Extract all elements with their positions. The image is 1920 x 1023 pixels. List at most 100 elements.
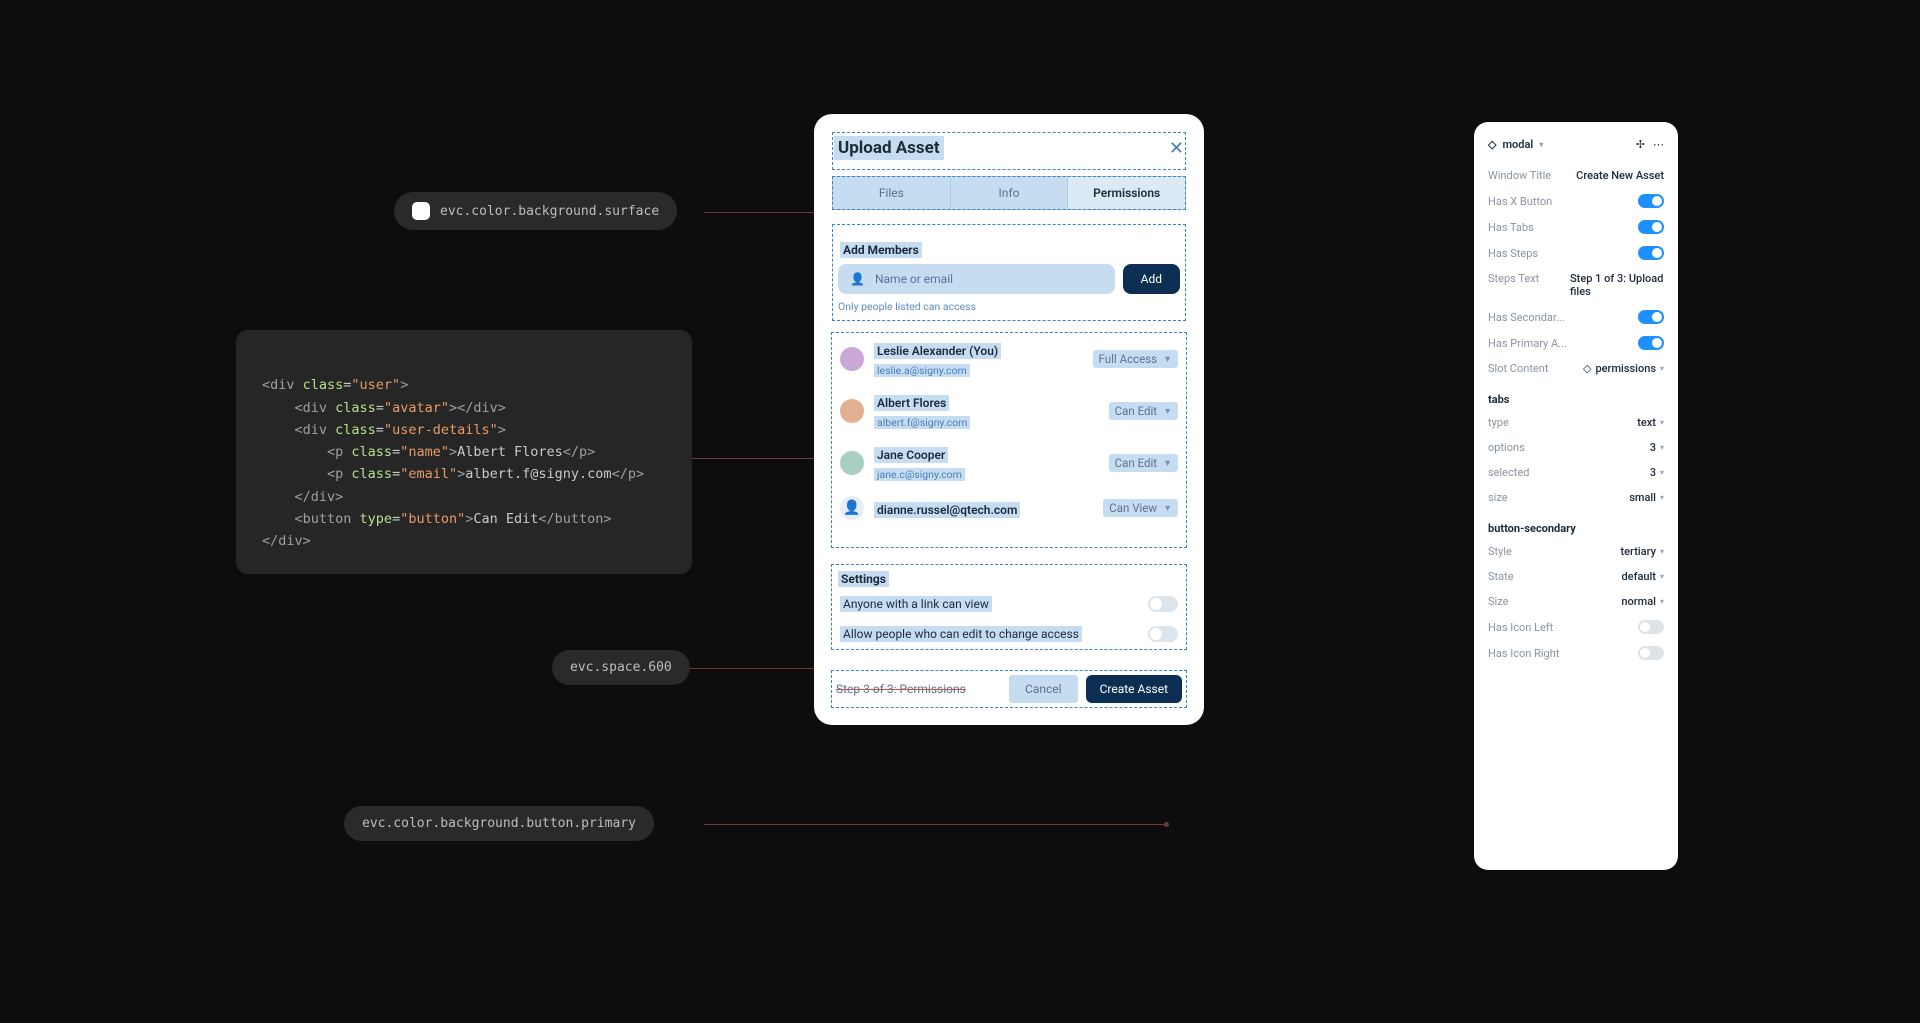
prop-value[interactable]: small▾ [1629, 491, 1664, 504]
create-asset-button[interactable]: Create Asset [1086, 675, 1182, 703]
toggle-link-view[interactable] [1148, 596, 1178, 612]
prop-value[interactable]: ◇ permissions ▾ [1583, 362, 1664, 375]
code-snippet: <div class="user"> <div class="avatar"><… [236, 330, 692, 574]
prop-key: Has Secondar... [1488, 311, 1565, 324]
tab-files[interactable]: Files [832, 176, 951, 210]
modal-upload-asset: Upload Asset ✕ Files Info Permissions Ad… [814, 114, 1204, 725]
prop-row: Has X Button [1488, 188, 1664, 214]
permission-select[interactable]: Can View▼ [1103, 499, 1178, 517]
prop-row: Style tertiary▾ [1488, 539, 1664, 564]
more-icon[interactable]: ⋯ [1653, 138, 1664, 151]
connector-line [688, 458, 832, 459]
prop-key: Has X Button [1488, 195, 1552, 208]
setting-text: Anyone with a link can view [840, 596, 992, 612]
prop-value[interactable]: 3▾ [1650, 466, 1664, 479]
chevron-down-icon: ▾ [1660, 547, 1664, 556]
permission-select[interactable]: Full Access▼ [1093, 350, 1178, 368]
member-row: Leslie Alexander (You) leslie.a@signy.co… [832, 333, 1186, 385]
prop-row: size small▾ [1488, 485, 1664, 510]
input-placeholder: Name or email [875, 272, 953, 286]
prop-key: Has Icon Right [1488, 647, 1559, 660]
prop-value[interactable]: Create New Asset [1576, 169, 1664, 182]
token-label: evc.color.background.button.primary [362, 816, 636, 831]
move-icon[interactable]: ✢ [1636, 138, 1645, 151]
modal-footer: Step 3 of 3: Permissions Cancel Create A… [832, 671, 1186, 707]
toggle-has-x[interactable] [1638, 194, 1664, 208]
prop-key: type [1488, 416, 1509, 429]
prop-row: Slot Content ◇ permissions ▾ [1488, 356, 1664, 381]
prop-key: options [1488, 441, 1525, 454]
member-email: leslie.a@signy.com [874, 364, 970, 377]
prop-key: Steps Text [1488, 272, 1539, 285]
prop-value[interactable]: 3▾ [1650, 441, 1664, 454]
avatar [840, 347, 864, 371]
token-label: evc.space.600 [570, 660, 672, 675]
name-email-input[interactable]: 👤 Name or email [838, 264, 1115, 294]
property-panel: ◇ modal ▾ ✢ ⋯ Window Title Create New As… [1474, 122, 1678, 870]
permission-select[interactable]: Can Edit▼ [1109, 454, 1178, 472]
chevron-down-icon[interactable]: ▾ [1539, 140, 1543, 149]
permission-select[interactable]: Can Edit▼ [1109, 402, 1178, 420]
cancel-button[interactable]: Cancel [1009, 675, 1078, 703]
toggle-has-steps[interactable] [1638, 246, 1664, 260]
prop-row: Has Secondar... [1488, 304, 1664, 330]
tab-permissions[interactable]: Permissions [1068, 176, 1186, 210]
prop-row: options 3▾ [1488, 435, 1664, 460]
member-row: 👤 dianne.russel@qtech.com Can View▼ [832, 489, 1186, 527]
member-email: jane.c@signy.com [874, 468, 965, 481]
prop-key: Style [1488, 545, 1512, 558]
prop-row: Has Icon Left [1488, 614, 1664, 640]
chevron-down-icon: ▼ [1163, 354, 1172, 365]
diamond-icon: ◇ [1488, 138, 1496, 151]
modal-header: Upload Asset ✕ [832, 132, 1186, 170]
toggle-change-access[interactable] [1148, 626, 1178, 642]
prop-key: Has Tabs [1488, 221, 1534, 234]
avatar-pending: 👤 [840, 496, 864, 520]
toggle-has-tabs[interactable] [1638, 220, 1664, 234]
panel-header: ◇ modal ▾ ✢ ⋯ [1488, 138, 1664, 151]
toggle-icon-left[interactable] [1638, 620, 1664, 634]
chevron-down-icon: ▾ [1660, 418, 1664, 427]
member-email: albert.f@signy.com [874, 416, 970, 429]
section-button-secondary: button-secondary [1488, 522, 1664, 535]
toggle-icon-right[interactable] [1638, 646, 1664, 660]
prop-value[interactable]: text▾ [1637, 416, 1664, 429]
prop-value[interactable]: Step 1 of 3: Upload files [1570, 272, 1664, 298]
chevron-down-icon: ▾ [1660, 597, 1664, 606]
diamond-icon: ◇ [1583, 362, 1591, 375]
setting-row: Anyone with a link can view [832, 589, 1186, 619]
access-hint: Only people listed can access [838, 300, 1180, 313]
token-surface: evc.color.background.surface [394, 192, 677, 230]
tab-info[interactable]: Info [951, 176, 1069, 210]
prop-key: Has Primary A... [1488, 337, 1567, 350]
modal-title: Upload Asset [834, 136, 944, 160]
prop-row: Steps Text Step 1 of 3: Upload files [1488, 266, 1664, 304]
chevron-down-icon: ▾ [1660, 572, 1664, 581]
prop-key: Window Title [1488, 169, 1551, 182]
prop-key: Has Steps [1488, 247, 1538, 260]
member-name: Leslie Alexander (You) [874, 343, 1001, 359]
prop-key: Has Icon Left [1488, 621, 1553, 634]
settings-section: Settings Anyone with a link can view All… [832, 565, 1186, 649]
user-add-icon: 👤 [850, 272, 865, 286]
setting-row: Allow people who can edit to change acce… [832, 619, 1186, 649]
toggle-has-primary[interactable] [1638, 336, 1664, 350]
member-row: Jane Cooper jane.c@signy.com Can Edit▼ [832, 437, 1186, 489]
prop-key: size [1488, 491, 1508, 504]
token-label: evc.color.background.surface [440, 204, 659, 219]
connector-line [704, 212, 830, 213]
member-name: dianne.russel@qtech.com [874, 502, 1020, 518]
toggle-has-secondary[interactable] [1638, 310, 1664, 324]
prop-value[interactable]: tertiary▾ [1621, 545, 1665, 558]
member-name: Jane Cooper [874, 447, 948, 463]
chevron-down-icon: ▾ [1660, 468, 1664, 477]
tabs: Files Info Permissions [832, 176, 1186, 210]
add-button[interactable]: Add [1123, 264, 1180, 294]
close-icon[interactable]: ✕ [1169, 138, 1184, 159]
prop-row: Has Primary A... [1488, 330, 1664, 356]
prop-value[interactable]: normal▾ [1621, 595, 1664, 608]
member-list: Leslie Alexander (You) leslie.a@signy.co… [832, 333, 1186, 547]
prop-value[interactable]: default▾ [1621, 570, 1664, 583]
chevron-down-icon: ▼ [1163, 406, 1172, 417]
steps-text: Step 3 of 3: Permissions [836, 682, 1001, 696]
